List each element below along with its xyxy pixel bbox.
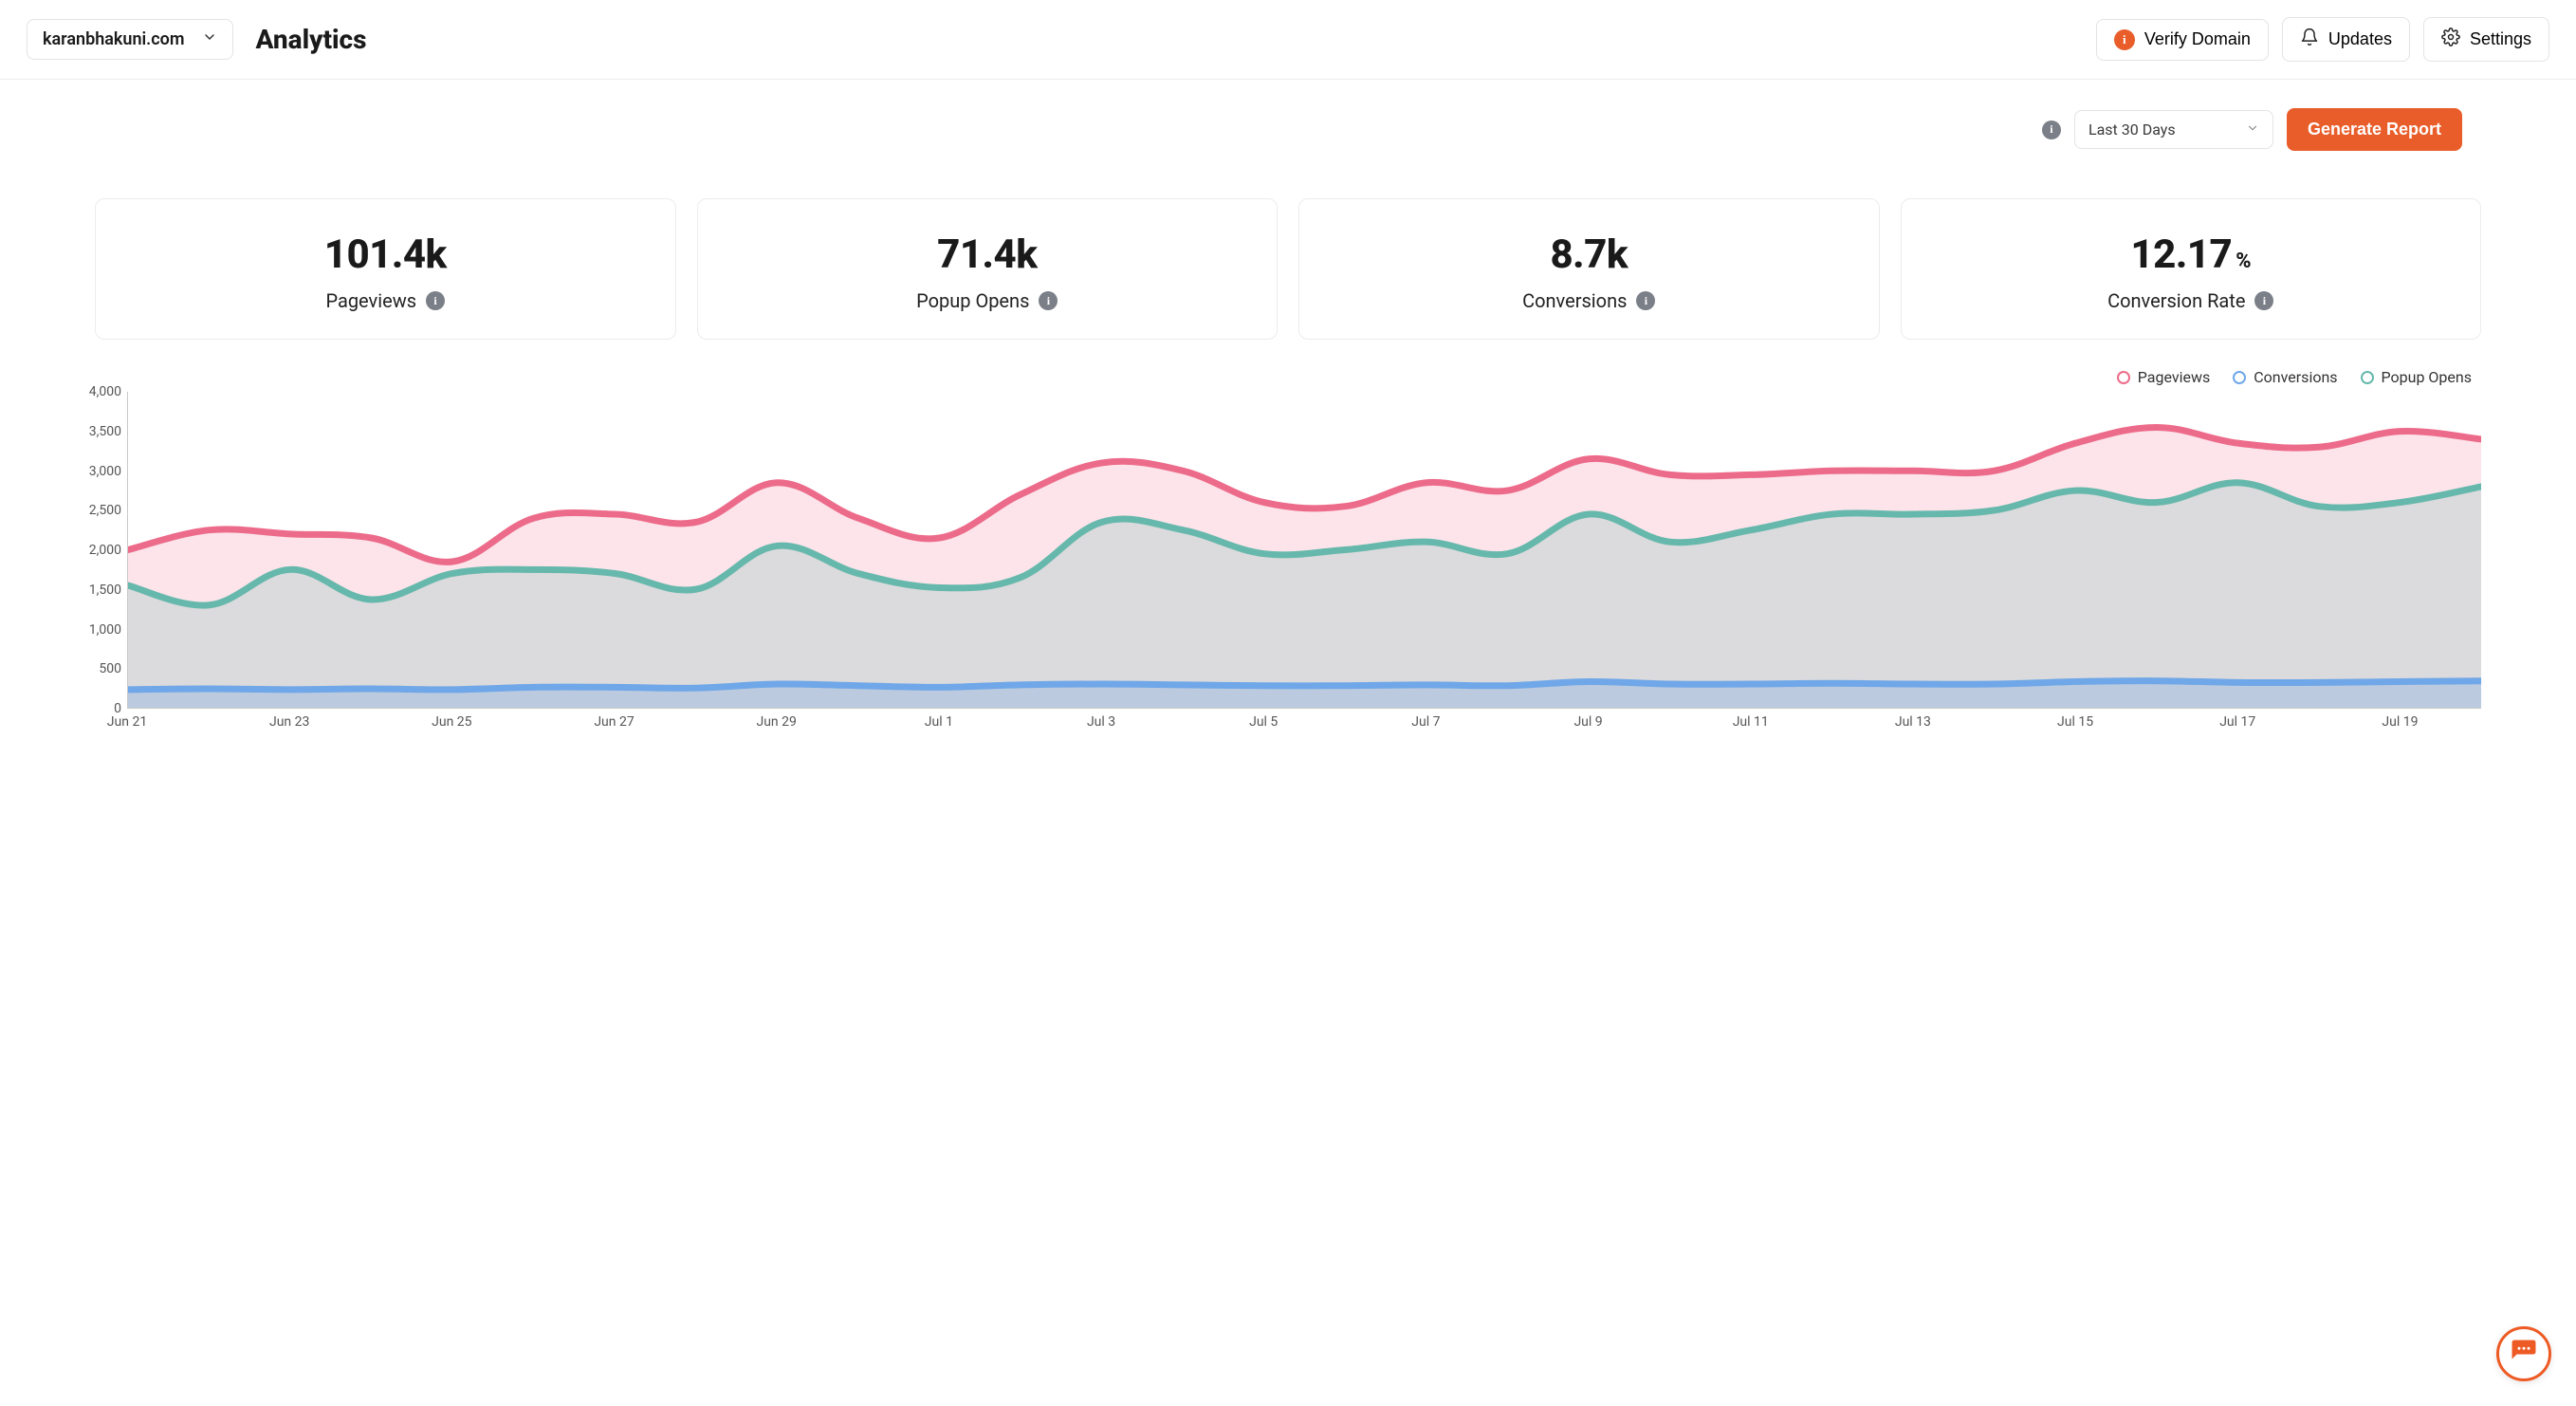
stat-label: Conversions (1522, 289, 1627, 312)
stat-value: 71.4k (708, 231, 1268, 278)
stat-card-conversion-rate: 12.17% Conversion Rate i (1901, 198, 2482, 340)
chevron-down-icon (202, 29, 217, 49)
stat-value-number: 12.17 (2130, 231, 2232, 278)
info-icon[interactable]: i (1039, 291, 1058, 310)
info-icon[interactable]: i (1636, 291, 1655, 310)
y-tick-label: 3,500 (76, 424, 121, 439)
x-tick-label: Jun 23 (269, 714, 309, 730)
stats-row: 101.4k Pageviews i 71.4k Popup Opens i 8… (0, 151, 2576, 359)
x-tick-label: Jul 19 (2382, 714, 2418, 730)
stat-value-unit: % (2236, 250, 2251, 273)
settings-label: Settings (2470, 29, 2531, 49)
controls-row: i Last 30 Days Generate Report (0, 80, 2576, 151)
x-tick-label: Jul 3 (1087, 714, 1115, 730)
chart-area: 05001,0001,5002,0002,5003,0003,5004,000 … (76, 392, 2481, 733)
domain-selector-label: karanbhakuni.com (43, 29, 185, 49)
legend-label: Pageviews (2138, 368, 2210, 386)
updates-button[interactable]: Updates (2282, 17, 2410, 62)
topbar-right: i Verify Domain Updates Settings (2096, 17, 2549, 62)
date-range-select[interactable]: Last 30 Days (2074, 110, 2273, 149)
chart-x-axis: Jun 21Jun 23Jun 25Jun 27Jun 29Jul 1Jul 3… (127, 712, 2481, 733)
chart-y-axis: 05001,0001,5002,0002,5003,0003,5004,000 (76, 392, 127, 709)
verify-domain-button[interactable]: i Verify Domain (2096, 19, 2269, 61)
bell-icon (2300, 28, 2319, 51)
stat-value: 101.4k (105, 231, 666, 278)
x-tick-label: Jul 15 (2057, 714, 2093, 730)
y-tick-label: 500 (76, 661, 121, 676)
legend-swatch-icon (2233, 371, 2246, 384)
x-tick-label: Jun 27 (594, 714, 634, 730)
stat-value: 8.7k (1309, 231, 1869, 278)
verify-domain-label: Verify Domain (2144, 29, 2251, 49)
stat-label: Popup Opens (916, 289, 1029, 312)
y-tick-label: 3,000 (76, 464, 121, 479)
chart-section: Pageviews Conversions Popup Opens 05001,… (0, 359, 2576, 762)
stat-card-popup-opens: 71.4k Popup Opens i (697, 198, 1279, 340)
chevron-down-icon (2246, 120, 2259, 139)
x-tick-label: Jul 9 (1573, 714, 1602, 730)
chart-legend: Pageviews Conversions Popup Opens (76, 368, 2481, 386)
x-tick-label: Jun 21 (107, 714, 147, 730)
y-tick-label: 4,000 (76, 384, 121, 399)
y-tick-label: 2,500 (76, 503, 121, 518)
settings-button[interactable]: Settings (2423, 17, 2549, 62)
legend-item-pageviews[interactable]: Pageviews (2117, 368, 2210, 386)
domain-selector[interactable]: karanbhakuni.com (27, 19, 233, 60)
x-tick-label: Jul 17 (2219, 714, 2255, 730)
topbar: karanbhakuni.com Analytics i Verify Doma… (0, 0, 2576, 80)
stat-value: 12.17% (1911, 231, 2472, 278)
alert-icon: i (2114, 29, 2135, 50)
stat-card-pageviews: 101.4k Pageviews i (95, 198, 676, 340)
stat-card-conversions: 8.7k Conversions i (1298, 198, 1880, 340)
legend-swatch-icon (2117, 371, 2130, 384)
x-tick-label: Jul 13 (1895, 714, 1931, 730)
generate-report-button[interactable]: Generate Report (2287, 108, 2462, 151)
topbar-left: karanbhakuni.com Analytics (27, 19, 367, 60)
x-tick-label: Jul 1 (925, 714, 953, 730)
y-tick-label: 2,000 (76, 543, 121, 558)
y-tick-label: 1,000 (76, 622, 121, 638)
legend-label: Popup Opens (2382, 368, 2472, 386)
y-tick-label: 1,500 (76, 583, 121, 598)
updates-label: Updates (2328, 29, 2392, 49)
gear-icon (2441, 28, 2460, 51)
chat-icon (2510, 1338, 2538, 1370)
stat-label: Pageviews (325, 289, 416, 312)
x-tick-label: Jul 11 (1733, 714, 1769, 730)
info-icon[interactable]: i (426, 291, 445, 310)
x-tick-label: Jul 5 (1249, 714, 1278, 730)
chart-svg (128, 392, 2481, 708)
chart-plot (127, 392, 2481, 709)
chat-fab[interactable] (2496, 1326, 2551, 1381)
x-tick-label: Jun 25 (432, 714, 471, 730)
legend-swatch-icon (2361, 371, 2374, 384)
stat-label: Conversion Rate (2107, 289, 2245, 312)
legend-label: Conversions (2254, 368, 2337, 386)
page-title: Analytics (256, 24, 367, 55)
info-icon[interactable]: i (2042, 120, 2061, 139)
legend-item-popup-opens[interactable]: Popup Opens (2361, 368, 2472, 386)
x-tick-label: Jun 29 (756, 714, 796, 730)
x-tick-label: Jul 7 (1411, 714, 1440, 730)
info-icon[interactable]: i (2254, 291, 2273, 310)
legend-item-conversions[interactable]: Conversions (2233, 368, 2337, 386)
date-range-selected: Last 30 Days (2088, 120, 2176, 139)
